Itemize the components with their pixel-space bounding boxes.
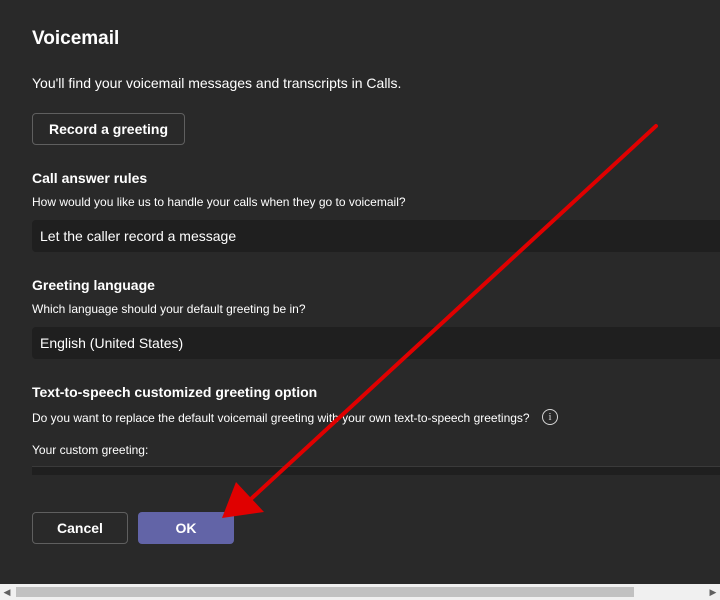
call-answer-rules-description: How would you like us to handle your cal…: [32, 195, 406, 209]
horizontal-scrollbar[interactable]: ◀ ▶: [0, 584, 720, 600]
dialog-title: Voicemail: [32, 28, 120, 49]
tts-description: Do you want to replace the default voice…: [32, 411, 530, 425]
call-answer-rules-dropdown[interactable]: Let the caller record a message: [32, 220, 720, 252]
intro-text: You'll find your voicemail messages and …: [32, 75, 402, 91]
custom-greeting-label: Your custom greeting:: [32, 443, 149, 457]
info-icon[interactable]: i: [542, 409, 558, 425]
call-answer-rules-value: Let the caller record a message: [40, 228, 237, 244]
greeting-language-value: English (United States): [40, 335, 184, 351]
scroll-right-arrow-icon[interactable]: ▶: [706, 584, 720, 600]
call-answer-rules-title: Call answer rules: [32, 170, 148, 186]
greeting-language-dropdown[interactable]: English (United States): [32, 327, 720, 359]
scroll-left-arrow-icon[interactable]: ◀: [0, 584, 14, 600]
tts-title: Text-to-speech customized greeting optio…: [32, 384, 318, 400]
record-greeting-button[interactable]: Record a greeting: [32, 113, 185, 145]
greeting-language-description: Which language should your default greet…: [32, 302, 306, 316]
ok-button[interactable]: OK: [138, 512, 234, 544]
custom-greeting-field[interactable]: [32, 466, 720, 475]
cancel-button[interactable]: Cancel: [32, 512, 128, 544]
scrollbar-thumb[interactable]: [16, 587, 634, 597]
greeting-language-title: Greeting language: [32, 277, 155, 293]
voicemail-dialog: Voicemail You'll find your voicemail mes…: [0, 0, 720, 584]
